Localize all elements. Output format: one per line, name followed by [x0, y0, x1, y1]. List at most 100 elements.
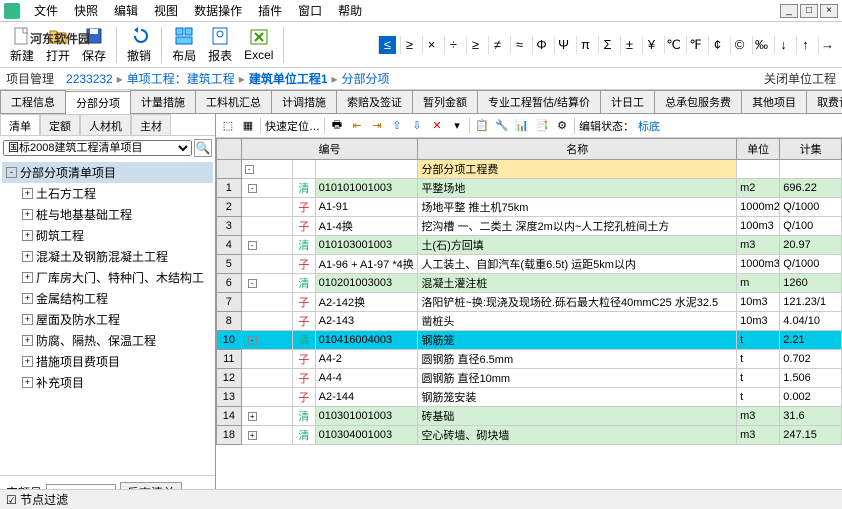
symbol-permille[interactable]: ‰: [752, 36, 770, 54]
report-button[interactable]: 报表: [202, 24, 238, 66]
symbol-cent[interactable]: ¢: [708, 36, 726, 54]
move-down-icon[interactable]: ⇩: [409, 118, 425, 134]
col-name[interactable]: 名称: [418, 139, 737, 160]
quick-locate-button[interactable]: 快速定位…: [265, 118, 320, 134]
menu-file[interactable]: 文件: [26, 0, 66, 21]
symbol-neq[interactable]: ≠: [488, 36, 506, 54]
col-code[interactable]: 编号: [241, 139, 418, 160]
symbol-phi[interactable]: Φ: [532, 36, 550, 54]
symbol-right[interactable]: →: [818, 36, 836, 54]
subtab-labor[interactable]: 人材机: [80, 114, 131, 135]
breadcrumb-item-2[interactable]: 建筑单位工程1: [249, 70, 328, 87]
tab-specialty[interactable]: 专业工程暂估/结算价: [477, 90, 601, 113]
tab-project-info[interactable]: 工程信息: [0, 90, 66, 113]
delete-icon[interactable]: ✕: [429, 118, 445, 134]
tab-division[interactable]: 分部分项: [65, 91, 131, 114]
tree-item[interactable]: +厂库房大门、特种门、木结构工: [2, 267, 213, 288]
node-filter-checkbox[interactable]: ☑ 节点过滤: [6, 491, 68, 508]
table-row[interactable]: 10 -清010416004003钢筋笼t2.21: [217, 331, 842, 350]
table-row[interactable]: 14 +清010301001003砖基础m331.6: [217, 407, 842, 426]
menu-view[interactable]: 视图: [146, 0, 186, 21]
tab-material-summary[interactable]: 工料机汇总: [195, 90, 272, 113]
subtab-quota[interactable]: 定额: [40, 114, 80, 135]
indent-left-icon[interactable]: ⇤: [349, 118, 365, 134]
menu-help[interactable]: 帮助: [330, 0, 370, 21]
tool-icon[interactable]: 📊: [514, 118, 530, 134]
symbol-sigma[interactable]: Σ: [598, 36, 616, 54]
tool-icon[interactable]: ⚙: [554, 118, 570, 134]
indent-right-icon[interactable]: ⇥: [369, 118, 385, 134]
table-row[interactable]: 5 子A1-96 + A1-97 *4换人工装土、自卸汽车(载重6.5t) 运距…: [217, 255, 842, 274]
menu-plugin[interactable]: 插件: [250, 0, 290, 21]
tool-icon[interactable]: ⬚: [220, 118, 236, 134]
symbol-celsius[interactable]: ℃: [664, 36, 682, 54]
menu-snapshot[interactable]: 快照: [66, 0, 106, 21]
close-button[interactable]: ×: [820, 4, 838, 18]
tree-item[interactable]: +土石方工程: [2, 183, 213, 204]
tab-provisional[interactable]: 暂列金额: [412, 90, 478, 113]
table-row[interactable]: 7 子A2-142换洛阳铲桩~换:现浇及现场砼.砾石最大粒径40mmC25 水泥…: [217, 293, 842, 312]
menu-edit[interactable]: 编辑: [106, 0, 146, 21]
table-row[interactable]: 2 子A1-91场地平整 推土机75km1000m2Q/1000: [217, 198, 842, 217]
table-row[interactable]: 11 子A4-2圆钢筋 直径6.5mmt0.702: [217, 350, 842, 369]
save-button[interactable]: 保存: [76, 24, 112, 66]
tab-contract-fee[interactable]: 总承包服务费: [654, 90, 742, 113]
tree-item[interactable]: +混凝土及钢筋混凝土工程: [2, 246, 213, 267]
tree-root[interactable]: -分部分项清单项目: [2, 162, 213, 183]
tool-icon[interactable]: 📋: [474, 118, 490, 134]
tree-item[interactable]: +屋面及防水工程: [2, 309, 213, 330]
tree-item[interactable]: +措施项目费项目: [2, 351, 213, 372]
table-row[interactable]: 8 子A2-143凿桩头10m34.04/10: [217, 312, 842, 331]
symbol-down[interactable]: ↓: [774, 36, 792, 54]
search-icon[interactable]: 🔍: [194, 139, 212, 157]
tab-claims[interactable]: 索赔及签证: [336, 90, 413, 113]
data-grid[interactable]: 编号 名称 单位 计集 -分部分项工程费1 -清010101001003平整场地…: [216, 138, 842, 445]
subtab-main-material[interactable]: 主材: [131, 114, 171, 135]
breadcrumb-item-3[interactable]: 分部分项: [342, 70, 390, 87]
symbol-div[interactable]: ÷: [444, 36, 462, 54]
breadcrumb-item-0[interactable]: 2233232: [66, 72, 113, 86]
table-row[interactable]: 13 子A2-144钢筋笼安装t0.002: [217, 388, 842, 407]
symbol-pm[interactable]: ±: [620, 36, 638, 54]
symbol-gte[interactable]: ≥: [400, 36, 418, 54]
table-row[interactable]: 1 -清010101001003平整场地m2696.22: [217, 179, 842, 198]
col-unit[interactable]: 单位: [737, 139, 780, 160]
table-row[interactable]: 6 -清010201003003混凝土灌注桩m1260: [217, 274, 842, 293]
symbol-approx[interactable]: ≈: [510, 36, 528, 54]
tree-item[interactable]: +防腐、隔热、保温工程: [2, 330, 213, 351]
col-total[interactable]: 计集: [780, 139, 842, 160]
menu-data[interactable]: 数据操作: [186, 0, 250, 21]
excel-button[interactable]: Excel: [238, 25, 279, 64]
symbol-lte[interactable]: ≤: [378, 36, 396, 54]
move-up-icon[interactable]: ⇧: [389, 118, 405, 134]
tab-fee-calc[interactable]: 取费计算: [806, 90, 842, 113]
subtab-list[interactable]: 清单: [0, 114, 40, 135]
layout-button[interactable]: 布局: [166, 24, 202, 66]
symbol-copy[interactable]: ©: [730, 36, 748, 54]
table-row[interactable]: 12 子A4-4圆钢筋 直径10mmt1.506: [217, 369, 842, 388]
standard-select[interactable]: 国标2008建筑工程清单项目: [3, 140, 192, 156]
tool-icon[interactable]: ▦: [240, 118, 256, 134]
undo-button[interactable]: 撤销: [121, 24, 157, 66]
minimize-button[interactable]: _: [780, 4, 798, 18]
symbol-gte2[interactable]: ≥: [466, 36, 484, 54]
tab-other[interactable]: 其他项目: [741, 90, 807, 113]
table-row[interactable]: 3 子A1-4换挖沟槽 一、二类土 深度2m以内~人工挖孔桩间土方100m3Q/…: [217, 217, 842, 236]
symbol-mul[interactable]: ×: [422, 36, 440, 54]
breadcrumb-item-1[interactable]: 单项工程：建筑工程: [127, 70, 235, 87]
tab-measurement[interactable]: 计量措施: [130, 90, 196, 113]
symbol-up[interactable]: ↑: [796, 36, 814, 54]
menu-window[interactable]: 窗口: [290, 0, 330, 21]
tree-item[interactable]: +金属结构工程: [2, 288, 213, 309]
print-icon[interactable]: 🖶: [329, 118, 345, 134]
close-project-button[interactable]: 关闭单位工程: [764, 70, 836, 87]
symbol-fahrenheit[interactable]: ℉: [686, 36, 704, 54]
table-row[interactable]: 18 +清010304001003空心砖墙、砌块墙m3247.15: [217, 426, 842, 445]
col-rownum[interactable]: [217, 139, 242, 160]
maximize-button[interactable]: □: [800, 4, 818, 18]
symbol-pi[interactable]: π: [576, 36, 594, 54]
tool-icon[interactable]: 🔧: [494, 118, 510, 134]
edit-state-value[interactable]: 标底: [638, 118, 660, 134]
tree-item[interactable]: +砌筑工程: [2, 225, 213, 246]
symbol-yen[interactable]: ¥: [642, 36, 660, 54]
